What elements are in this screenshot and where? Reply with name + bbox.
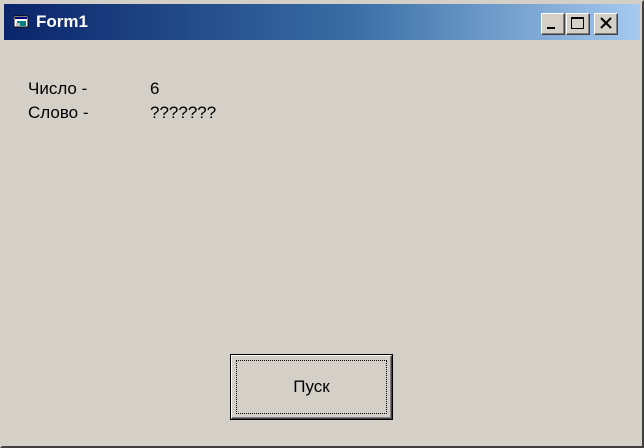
- form1-window: Form1 Число - 6 Слово - ??????? Пуск: [0, 0, 644, 448]
- close-icon: [600, 17, 612, 29]
- form-client-area: Число - 6 Слово - ??????? Пуск: [4, 42, 640, 444]
- number-caption-label: Число -: [28, 79, 88, 98]
- run-button[interactable]: Пуск: [230, 354, 393, 420]
- vb-form-icon[interactable]: [13, 15, 30, 29]
- window-title: Form1: [36, 12, 88, 31]
- maximize-button[interactable]: [566, 13, 590, 35]
- run-button-label: Пуск: [293, 377, 330, 396]
- word-caption-label: Слово -: [28, 103, 89, 122]
- title-bar[interactable]: Form1: [4, 4, 640, 40]
- minimize-icon: [547, 27, 555, 29]
- minimize-button[interactable]: [541, 13, 565, 35]
- close-button[interactable]: [594, 13, 618, 35]
- maximize-icon: [571, 17, 584, 29]
- word-value-label: ???????: [150, 103, 217, 122]
- number-value-label: 6: [150, 79, 160, 98]
